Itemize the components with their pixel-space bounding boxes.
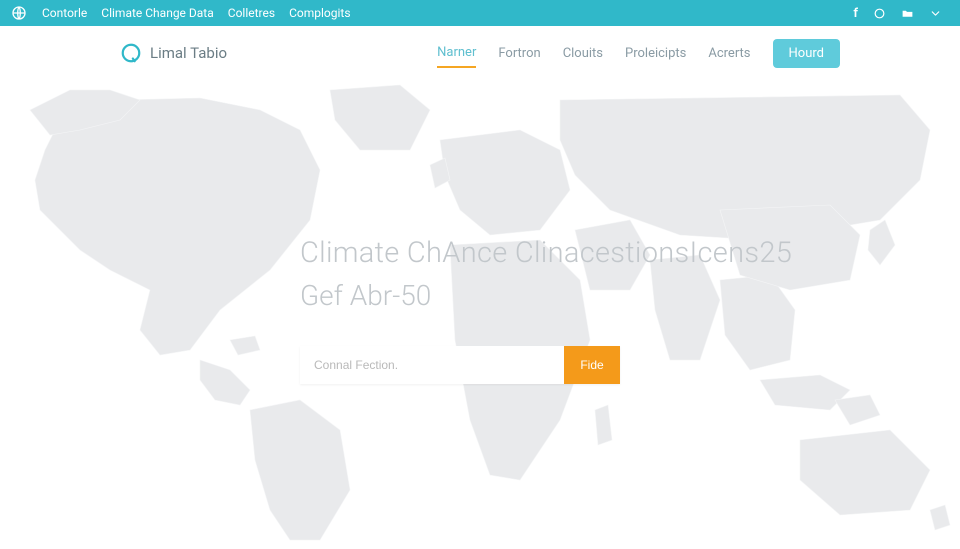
- nav-cta-button[interactable]: Hourd: [773, 39, 840, 68]
- hero-subtitle: Gef Abr-50: [300, 279, 840, 312]
- utility-bar-right: f: [853, 6, 942, 21]
- search-button[interactable]: Fide: [564, 346, 620, 384]
- nav-item-3[interactable]: Proleicipts: [625, 40, 686, 67]
- nav-item-2[interactable]: Clouits: [563, 40, 603, 67]
- search-row: Fide: [300, 346, 620, 384]
- primary-nav: Narner Fortron Clouits Proleicipts Acrer…: [437, 39, 840, 68]
- globe-icon: [10, 4, 28, 22]
- nav-item-1[interactable]: Fortron: [498, 40, 540, 67]
- nav-item-0[interactable]: Narner: [437, 39, 476, 68]
- nav-item-4[interactable]: Acrerts: [708, 40, 750, 67]
- folder-icon[interactable]: [900, 6, 914, 20]
- topbar-link-0[interactable]: Contorle: [42, 6, 87, 20]
- circle-icon[interactable]: [872, 6, 886, 20]
- brand-name: Limal Tabio: [150, 44, 227, 62]
- topbar-link-1[interactable]: Climate Change Data: [101, 6, 213, 20]
- site-header: Limal Tabio Narner Fortron Clouits Prole…: [0, 26, 960, 80]
- topbar-link-2[interactable]: Colletres: [228, 6, 275, 20]
- hero-content: Climate ChAnce ClinacestionsIcens25 Gef …: [300, 234, 840, 384]
- utility-bar: Contorle Climate Change Data Colletres C…: [0, 0, 960, 26]
- brand[interactable]: Limal Tabio: [120, 42, 227, 64]
- search-input[interactable]: [300, 346, 564, 384]
- utility-bar-left: Contorle Climate Change Data Colletres C…: [10, 4, 351, 22]
- hero-title: Climate ChAnce ClinacestionsIcens25: [300, 234, 840, 273]
- topbar-link-3[interactable]: Complogits: [289, 6, 350, 20]
- chevron-down-icon[interactable]: [928, 6, 942, 20]
- hero-section: Climate ChAnce ClinacestionsIcens25 Gef …: [0, 80, 960, 549]
- brand-logo-icon: [120, 42, 142, 64]
- facebook-icon[interactable]: f: [853, 6, 858, 21]
